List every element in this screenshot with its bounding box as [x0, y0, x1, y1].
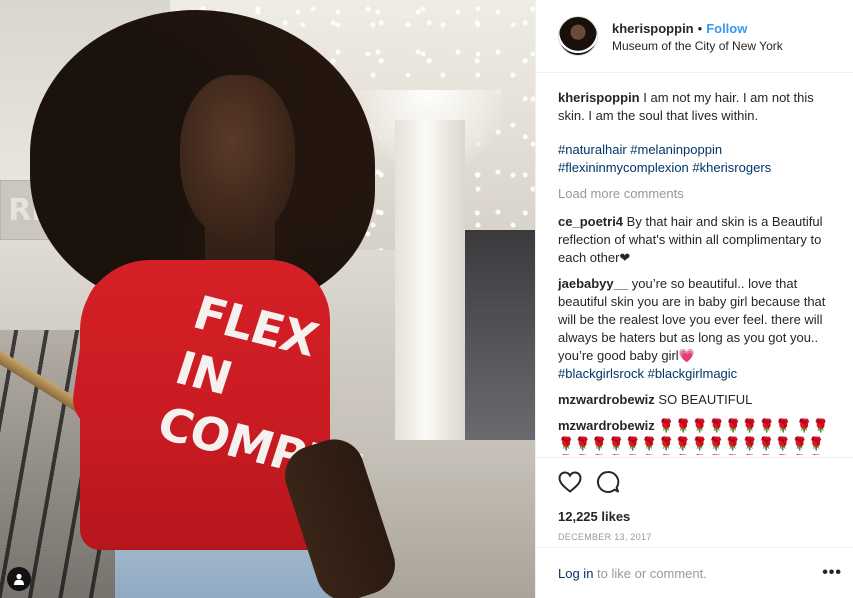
login-bar: Log in to like or comment. ••• [536, 547, 853, 598]
comment-bubble-icon [597, 470, 620, 493]
like-button[interactable] [558, 471, 582, 493]
comment-item: ce_poetri4 By that hair and skin is a Be… [558, 213, 833, 267]
girl-face [180, 75, 295, 240]
likes-count[interactable]: 12,225 likes [558, 509, 836, 524]
comment-button[interactable] [596, 470, 620, 494]
comment-item: mzwardrobewiz SO BEAUTIFUL [558, 391, 833, 409]
separator-dot: • [697, 20, 703, 36]
comment-text: SO BEAUTIFUL [658, 392, 753, 407]
comment-username[interactable]: jaebabyy__ [558, 276, 628, 291]
caption-hashtags[interactable]: #naturalhair #melaninpoppin #flexininmyc… [558, 141, 833, 177]
instagram-post: RE FLEX IN COMPLE kherispoppin • Follow … [0, 0, 853, 598]
post-header: kherispoppin • Follow Museum of the City o… [536, 0, 853, 73]
more-options-button[interactable]: ••• [822, 564, 842, 582]
login-link[interactable]: Log in [558, 566, 593, 581]
caption-username[interactable]: kherispoppin [558, 90, 640, 105]
comment-item: mzwardrobewiz 🌹🌹🌹🌹🌹🌹🌹🌹 🌹🌹🌹🌹🌹🌹🌹🌹🌹🌹🌹🌹🌹🌹🌹🌹🌹… [558, 417, 833, 455]
login-prompt-text: to like or comment. [593, 565, 707, 581]
login-prompt: Log in to like or comment. [558, 566, 822, 581]
avatar[interactable] [558, 16, 598, 56]
comment-username[interactable]: mzwardrobewiz [558, 418, 655, 433]
post-photo[interactable]: RE FLEX IN COMPLE [0, 0, 535, 598]
action-icons [558, 468, 836, 496]
comment-item: jaebabyy__ you’re so beautiful.. love th… [558, 275, 833, 383]
post-sidebar: kherispoppin • Follow Museum of the City o… [535, 0, 853, 598]
follow-button[interactable]: Follow [706, 21, 747, 36]
post-date: DECEMBER 13, 2017 [558, 532, 652, 542]
doorway [465, 230, 535, 460]
comment-username[interactable]: mzwardrobewiz [558, 392, 655, 407]
user-tag-button[interactable] [7, 567, 31, 591]
user-tag-icon [14, 573, 24, 585]
comment-username[interactable]: ce_poetri4 [558, 214, 623, 229]
post-actions: 12,225 likes DECEMBER 13, 2017 [536, 457, 853, 542]
header-username[interactable]: kherispoppin [612, 21, 694, 36]
comments-list[interactable]: kherispoppin I am not my hair. I am not … [558, 89, 833, 455]
load-more-comments-button[interactable]: Load more comments [558, 185, 833, 203]
heart-icon [558, 471, 582, 493]
comment-hashtags[interactable]: #blackgirlsrock #blackgirlmagic [558, 365, 833, 383]
header-text: kherispoppin • Follow Museum of the City o… [612, 20, 783, 53]
location-link[interactable]: Museum of the City of New York [612, 39, 783, 53]
caption: kherispoppin I am not my hair. I am not … [558, 89, 833, 177]
